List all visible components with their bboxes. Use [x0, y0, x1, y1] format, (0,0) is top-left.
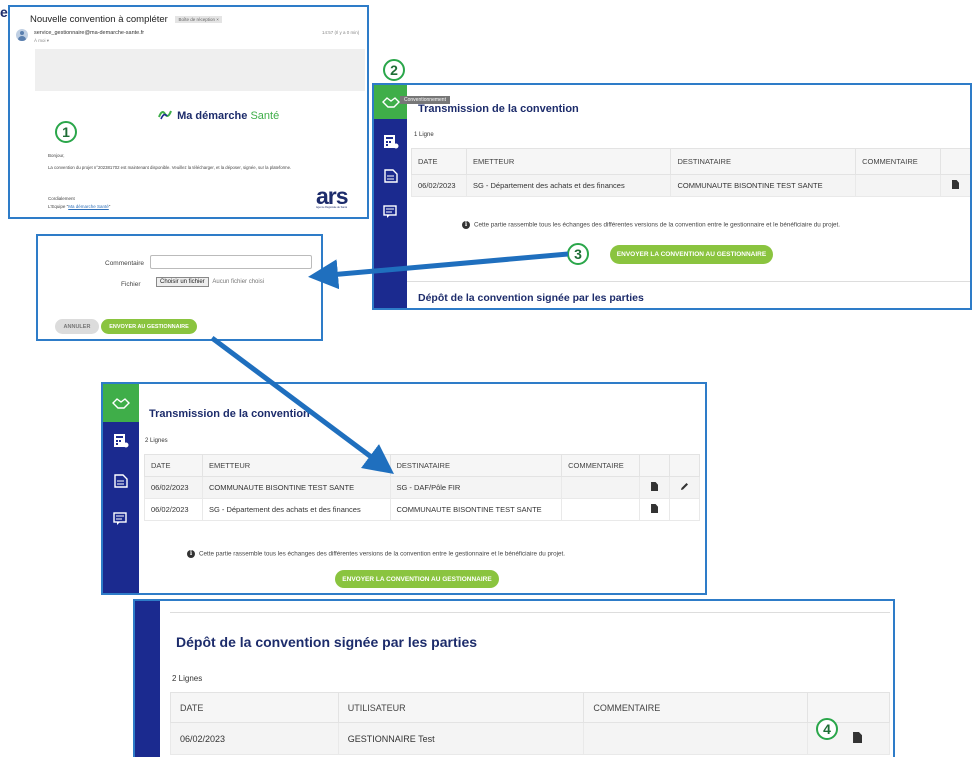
step-badge-2: 2	[383, 59, 405, 81]
recipient[interactable]: À moi ▾	[34, 38, 49, 44]
info-note: i Cette partie rassemble tous les échange…	[187, 550, 565, 558]
comment-input[interactable]	[150, 255, 312, 269]
upload-form-panel: Commentaire Fichier Choisir un fichier A…	[36, 234, 323, 341]
col-destinataire: DESTINATAIRE	[670, 148, 857, 175]
email-greeting: Bonjour,	[48, 153, 65, 158]
depot-title: Dépôt de la convention signée par les pa…	[176, 634, 478, 650]
sender-address[interactable]: service_gestionnaire@ma-demarche-sante.f…	[34, 30, 144, 36]
sidebar-item-messages[interactable]	[374, 197, 407, 227]
chat-icon	[113, 512, 127, 525]
col-destinataire: DESTINATAIRE	[389, 454, 563, 477]
sidebar-nav	[374, 85, 407, 308]
table-row: 06/02/2023 COMMUNAUTE BISONTINE TEST SAN…	[144, 476, 700, 499]
folder-icon	[114, 474, 128, 488]
sidebar-item-messages[interactable]	[103, 504, 139, 534]
comment-label: Commentaire	[105, 260, 145, 267]
col-commentaire: COMMENTAIRE	[583, 692, 809, 723]
col-emetteur: EMETTEUR	[201, 454, 391, 477]
choose-file-button[interactable]: Choisir un fichier	[156, 277, 209, 287]
email-time: 14:57 (Il y a 0 min)	[322, 30, 360, 35]
info-note: i Cette partie rassemble tous les échange…	[462, 221, 840, 229]
table-row: 06/02/2023 SG - Département des achats e…	[144, 498, 700, 521]
transmission-title: Transmission de la convention	[418, 103, 579, 115]
row-count: 2 Lignes	[172, 674, 203, 683]
no-file-text: Aucun fichier choisi	[212, 279, 265, 285]
depot-table: DATE UTILISATEUR COMMENTAIRE 06/02/2023 …	[170, 692, 890, 755]
handshake-icon	[112, 398, 130, 409]
section-divider	[170, 612, 890, 613]
document-icon[interactable]	[952, 180, 959, 189]
transmission-table: DATE EMETTEUR DESTINATAIRE COMMENTAIRE 0…	[144, 454, 700, 521]
sidebar-item-budget[interactable]	[374, 127, 407, 157]
transmission-table: DATE EMETTEUR DESTINATAIRE COMMENTAIRE 0…	[411, 148, 970, 197]
sidebar-item-documents[interactable]	[103, 466, 139, 496]
document-icon[interactable]	[651, 504, 659, 513]
email-subject: Nouvelle convention à compléter Boîte de…	[30, 14, 222, 25]
col-commentaire: COMMENTAIRE	[561, 454, 641, 477]
brand-logo: Ma démarche Santé	[158, 108, 279, 122]
col-commentaire: COMMENTAIRE	[855, 148, 941, 175]
step-badge-4: 4	[816, 718, 838, 740]
edit-pencil-icon[interactable]	[680, 482, 689, 491]
col-date: DATE	[144, 454, 203, 477]
sidebar-item-conventionnement[interactable]	[103, 384, 139, 422]
col-date: DATE	[411, 148, 467, 175]
submit-to-manager-button[interactable]: ENVOYER AU GESTIONNAIRE	[101, 319, 197, 334]
ars-logo: ars Agence Régionale de Santé	[316, 183, 349, 209]
team-link[interactable]: Ma démarche Santé	[68, 204, 109, 209]
sidebar-strip	[135, 601, 160, 757]
file-label: Fichier	[121, 281, 141, 288]
step-badge-1: 1	[55, 121, 77, 143]
col-emetteur: EMETTEUR	[465, 148, 672, 175]
transmission-panel-2: Transmission de la convention 2 Lignes D…	[101, 382, 707, 595]
sidebar-nav	[103, 384, 139, 593]
ars-subtitle: Agence Régionale de Santé	[316, 206, 348, 209]
sidebar-item-budget[interactable]	[103, 426, 139, 456]
handshake-icon	[381, 97, 400, 108]
folder-icon	[383, 169, 398, 183]
email-signoff: Cordialement	[48, 196, 75, 201]
sender-avatar	[16, 29, 28, 41]
col-utilisateur: UTILISATEUR	[337, 692, 585, 723]
transmission-title: Transmission de la convention	[149, 408, 310, 420]
info-icon: i	[462, 221, 470, 229]
brand-mark-icon	[158, 110, 172, 120]
cut-title-letter: e	[0, 4, 8, 20]
step-badge-3: 3	[567, 243, 589, 265]
sidebar-item-documents[interactable]	[374, 161, 407, 191]
email-team: L'Equipe "Ma démarche Santé"	[48, 204, 111, 209]
depot-panel: Dépôt de la convention signée par les pa…	[133, 599, 895, 757]
send-convention-button[interactable]: ENVOYER LA CONVENTION AU GESTIONNAIRE	[335, 570, 499, 588]
transmission-panel-1: Conventionnement Transmission de la conv…	[372, 83, 972, 310]
chat-icon	[382, 205, 397, 218]
file-picker: Choisir un fichier Aucun fichier choisi	[156, 277, 265, 287]
cancel-button[interactable]: ANNULER	[55, 319, 99, 334]
email-panel: Nouvelle convention à compléter Boîte de…	[8, 5, 369, 219]
calculator-icon	[383, 135, 398, 149]
email-body: La convention du projet n°202381702 est …	[48, 165, 292, 170]
depot-title-preview: Dépôt de la convention signée par les pa…	[418, 292, 644, 304]
row-count: 1 Ligne	[414, 132, 434, 138]
send-convention-button[interactable]: ENVOYER LA CONVENTION AU GESTIONNAIRE	[610, 245, 773, 264]
row-count: 2 Lignes	[145, 438, 168, 444]
document-icon[interactable]	[853, 732, 863, 743]
inbox-tag[interactable]: Boîte de réception ×	[175, 15, 222, 23]
table-row: 06/02/2023 SG - Département des achats e…	[411, 174, 970, 197]
document-icon[interactable]	[651, 482, 659, 491]
col-date: DATE	[170, 692, 339, 723]
calculator-icon	[114, 434, 129, 448]
table-row: 06/02/2023 GESTIONNAIRE Test	[170, 722, 890, 755]
info-icon: i	[187, 550, 195, 558]
section-divider	[407, 281, 970, 282]
email-header-banner	[35, 49, 365, 91]
